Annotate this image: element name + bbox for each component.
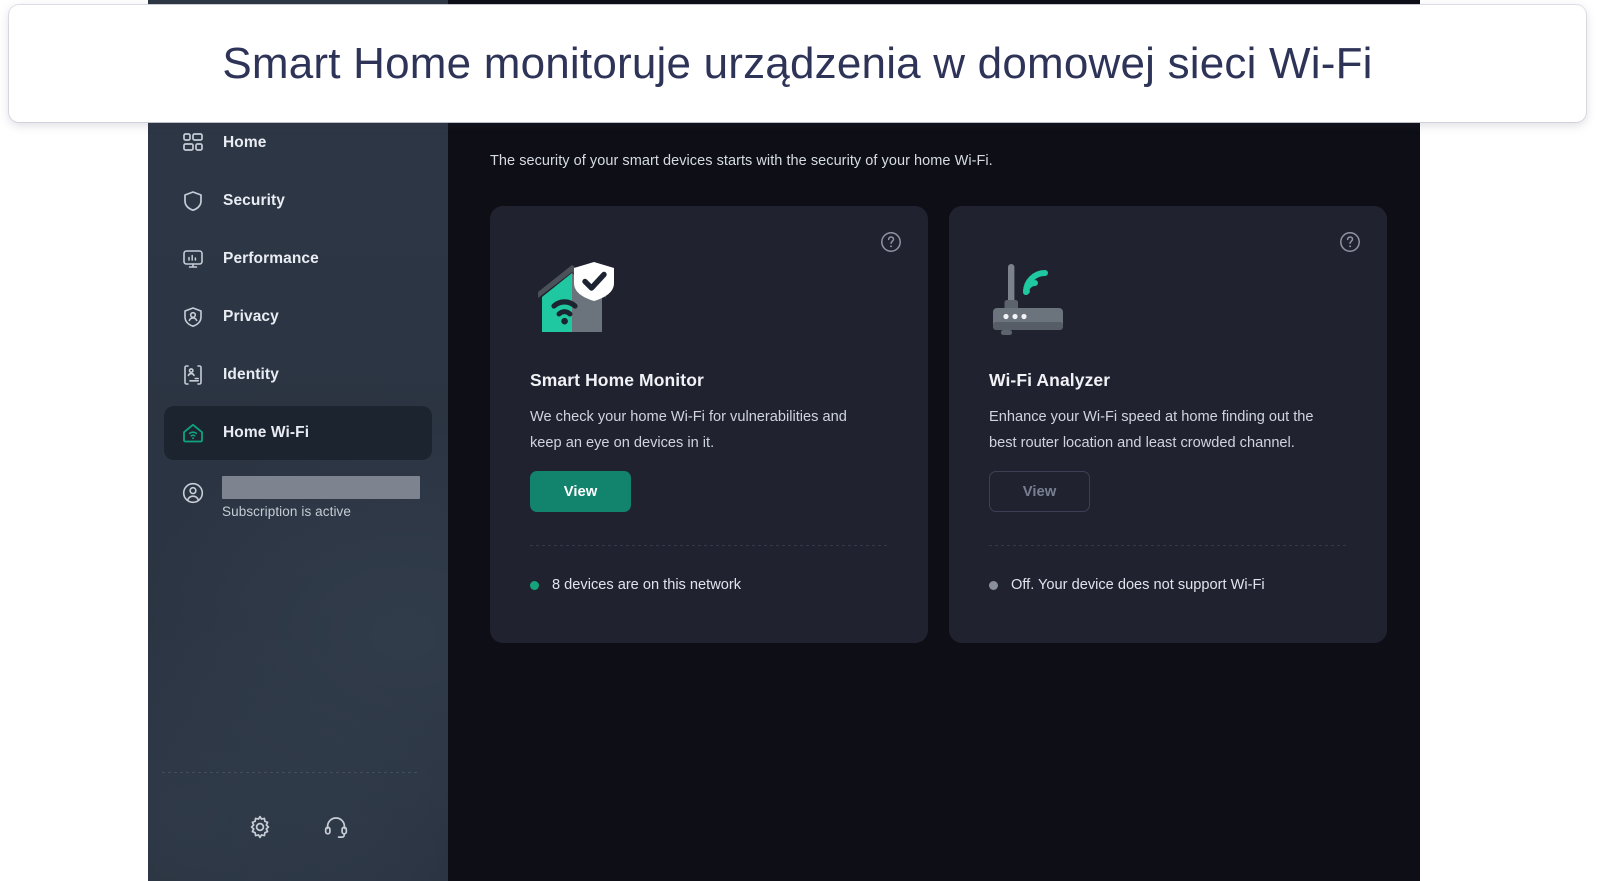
application-window: Home Security Performance Privacy Identi… <box>148 0 1420 881</box>
card-status: 8 devices are on this network <box>530 577 741 593</box>
page-subtitle: The security of your smart devices start… <box>490 153 993 169</box>
sidebar-item-privacy[interactable]: Privacy <box>164 290 432 344</box>
shield-icon <box>180 188 206 214</box>
user-avatar-icon <box>180 480 206 506</box>
card-separator <box>989 545 1349 546</box>
dashboard-grid-icon <box>180 130 206 156</box>
sidebar-item-label: Identity <box>223 366 279 383</box>
sidebar-item-label: Performance <box>223 250 319 267</box>
home-wifi-icon <box>180 420 206 446</box>
sidebar-account[interactable]: Subscription is active <box>164 474 432 519</box>
account-name-redacted <box>222 476 420 499</box>
view-button[interactable]: View <box>530 471 631 512</box>
sidebar-footer <box>148 773 448 881</box>
router-wifi-icon <box>989 252 1347 340</box>
sidebar-item-home-wifi[interactable]: Home Wi-Fi <box>164 406 432 460</box>
help-circle-icon[interactable] <box>879 230 903 254</box>
house-shield-wifi-icon <box>530 252 888 340</box>
status-dot-off <box>989 580 998 590</box>
card-title: Wi-Fi Analyzer <box>989 370 1111 390</box>
help-circle-icon[interactable] <box>1338 230 1362 254</box>
card-wifi-analyzer: Wi-Fi Analyzer Enhance your Wi-Fi speed … <box>949 206 1387 643</box>
view-button-disabled: View <box>989 471 1090 512</box>
card-description: We check your home Wi-Fi for vulnerabili… <box>530 409 847 451</box>
card-title: Smart Home Monitor <box>530 370 704 390</box>
main-content: Home Wi-Fi The security of your smart de… <box>448 0 1420 881</box>
card-separator <box>530 545 890 546</box>
sidebar-item-label: Home <box>223 134 267 151</box>
screenshot-root: Home Security Performance Privacy Identi… <box>0 0 1599 881</box>
card-action: View <box>989 471 1090 512</box>
sidebar-item-label: Home Wi-Fi <box>223 424 310 441</box>
privacy-shield-person-icon <box>180 304 206 330</box>
sidebar-item-home[interactable]: Home <box>164 116 432 170</box>
identity-card-icon <box>180 362 206 388</box>
sidebar-item-label: Privacy <box>223 308 279 325</box>
status-text: 8 devices are on this network <box>552 577 742 593</box>
gear-icon[interactable] <box>243 810 277 844</box>
headset-icon[interactable] <box>319 810 353 844</box>
sidebar-item-label: Security <box>223 192 285 209</box>
banner-text: Smart Home monitoruje urządzenia w domow… <box>222 38 1373 88</box>
translation-banner-overlay: Smart Home monitoruje urządzenia w domow… <box>9 5 1586 122</box>
sidebar-item-performance[interactable]: Performance <box>164 232 432 286</box>
status-text: Off. Your device does not support Wi-Fi <box>1011 577 1265 593</box>
sidebar-item-identity[interactable]: Identity <box>164 348 432 402</box>
card-action: View <box>530 471 631 512</box>
card-smart-home-monitor: Smart Home Monitor We check your home Wi… <box>490 206 928 643</box>
status-dot-on <box>530 580 539 590</box>
sidebar-item-security[interactable]: Security <box>164 174 432 228</box>
sidebar: Home Security Performance Privacy Identi… <box>148 0 448 881</box>
card-description: Enhance your Wi-Fi speed at home finding… <box>989 409 1314 451</box>
card-status: Off. Your device does not support Wi-Fi <box>989 577 1265 593</box>
cards-container: Smart Home Monitor We check your home Wi… <box>490 206 1387 643</box>
sidebar-divider <box>162 772 420 773</box>
subscription-status: Subscription is active <box>222 504 352 519</box>
monitor-chart-icon <box>180 246 206 272</box>
